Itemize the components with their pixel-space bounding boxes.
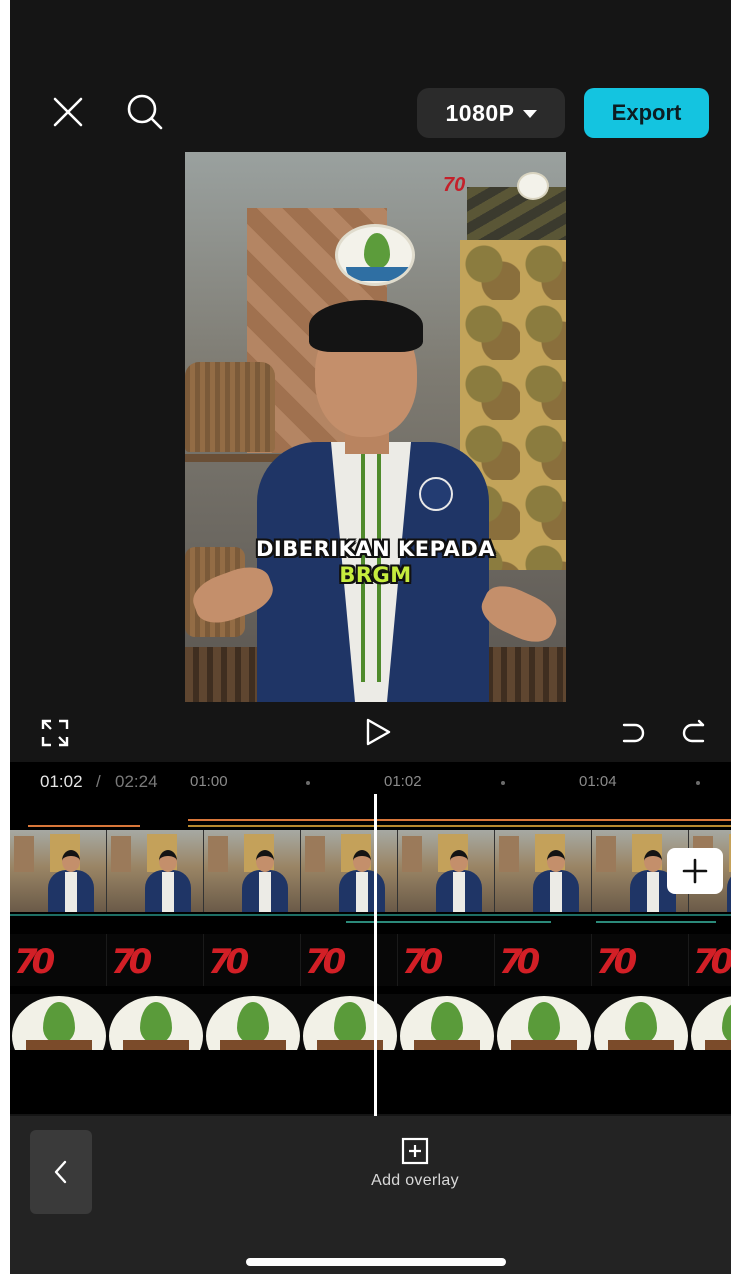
caption-line-2: BRGM <box>339 563 412 587</box>
close-button[interactable] <box>48 92 88 132</box>
person-hair <box>309 300 423 352</box>
overlay-logo-thumb: 70 <box>301 934 398 986</box>
undo-button[interactable] <box>616 716 650 750</box>
play-icon <box>366 718 391 746</box>
overlay-leaf-thumb <box>301 994 398 1050</box>
total-time: 02:24 <box>115 772 158 791</box>
add-overlay-label: Add overlay <box>371 1172 459 1189</box>
overlay-logo-thumb: 70 <box>107 934 204 986</box>
leaf-logo-overlay <box>335 224 415 286</box>
search-icon <box>127 94 163 130</box>
overlay-leaf-thumb <box>592 994 689 1050</box>
overlay-leaf-thumb <box>10 994 107 1050</box>
ruler-label: 01:00 <box>190 773 228 790</box>
audio-marker <box>28 825 140 827</box>
main-video-track[interactable] <box>10 830 731 912</box>
ruler-label: 01:02 <box>384 773 422 790</box>
playhead[interactable] <box>374 794 377 1118</box>
resolution-label: 1080P <box>445 99 515 126</box>
overlay-track-anniversary-logo[interactable]: 70 70 70 70 70 70 70 70 <box>10 934 731 986</box>
overlay-leaf-thumb <box>495 994 592 1050</box>
video-frame-thumb <box>10 830 107 912</box>
video-editor-app: 1080P Export 70 DIBERIKAN KEPADA BRGM 01… <box>10 0 731 1274</box>
anniversary-logo: 70 <box>443 174 466 196</box>
ruler-label: 01:04 <box>579 773 617 790</box>
add-clip-button[interactable] <box>667 848 723 894</box>
overlay-logo-thumb: 70 <box>689 934 731 986</box>
overlay-leaf-thumb <box>107 994 204 1050</box>
plus-icon <box>682 858 708 884</box>
audio-marker <box>188 825 731 827</box>
overlay-leaf-thumb <box>398 994 495 1050</box>
home-indicator[interactable] <box>246 1258 506 1266</box>
search-button[interactable] <box>123 90 167 134</box>
ruler-dot <box>501 781 505 785</box>
fullscreen-icon <box>41 719 69 747</box>
overlay-logo-thumb: 70 <box>398 934 495 986</box>
track-divider <box>10 914 731 916</box>
bottom-toolbar: Add overlay <box>10 1116 731 1274</box>
video-preview[interactable]: 70 DIBERIKAN KEPADA BRGM <box>185 152 566 702</box>
resolution-dropdown[interactable]: 1080P <box>417 88 565 138</box>
video-frame-thumb <box>398 830 495 912</box>
export-button[interactable]: Export <box>584 88 709 138</box>
overlay-logo-thumb: 70 <box>10 934 107 986</box>
overlay-leaf-thumb <box>204 994 301 1050</box>
small-leaf-logo <box>517 172 549 200</box>
redo-icon <box>682 719 705 743</box>
back-button[interactable] <box>30 1130 92 1214</box>
corner-logos-overlay: 70 <box>443 172 553 202</box>
vest-badge <box>419 477 453 511</box>
add-overlay-button[interactable]: Add overlay <box>340 1136 490 1206</box>
undo-icon <box>622 723 645 743</box>
play-button[interactable] <box>358 712 398 752</box>
time-separator: / <box>96 772 101 791</box>
caption-line-1: DIBERIKAN KEPADA <box>255 537 495 561</box>
woven-basket <box>185 362 275 452</box>
fullscreen-button[interactable] <box>38 716 72 750</box>
chevron-down-icon <box>522 110 537 118</box>
overlay-logo-thumb: 70 <box>204 934 301 986</box>
ruler-dot <box>306 781 310 785</box>
ruler-dot <box>696 781 700 785</box>
audio-marker <box>188 819 731 821</box>
overlay-logo-thumb: 70 <box>592 934 689 986</box>
add-overlay-icon <box>401 1137 429 1165</box>
back-chevron-icon <box>54 1160 67 1184</box>
redo-button[interactable] <box>676 716 710 750</box>
timeline[interactable]: 01:02 / 02:24 01:00 01:02 01:04 70 70 70… <box>10 762 731 1114</box>
video-frame-thumb <box>495 830 592 912</box>
video-frame-thumb <box>301 830 398 912</box>
effect-marker <box>596 921 716 923</box>
overlay-track-leaf-logo[interactable] <box>10 994 731 1050</box>
overlay-logo-thumb: 70 <box>495 934 592 986</box>
current-time: 01:02 <box>40 772 83 791</box>
video-frame-thumb <box>204 830 301 912</box>
video-frame-thumb <box>107 830 204 912</box>
close-icon <box>53 97 83 127</box>
overlay-leaf-thumb <box>689 994 731 1050</box>
